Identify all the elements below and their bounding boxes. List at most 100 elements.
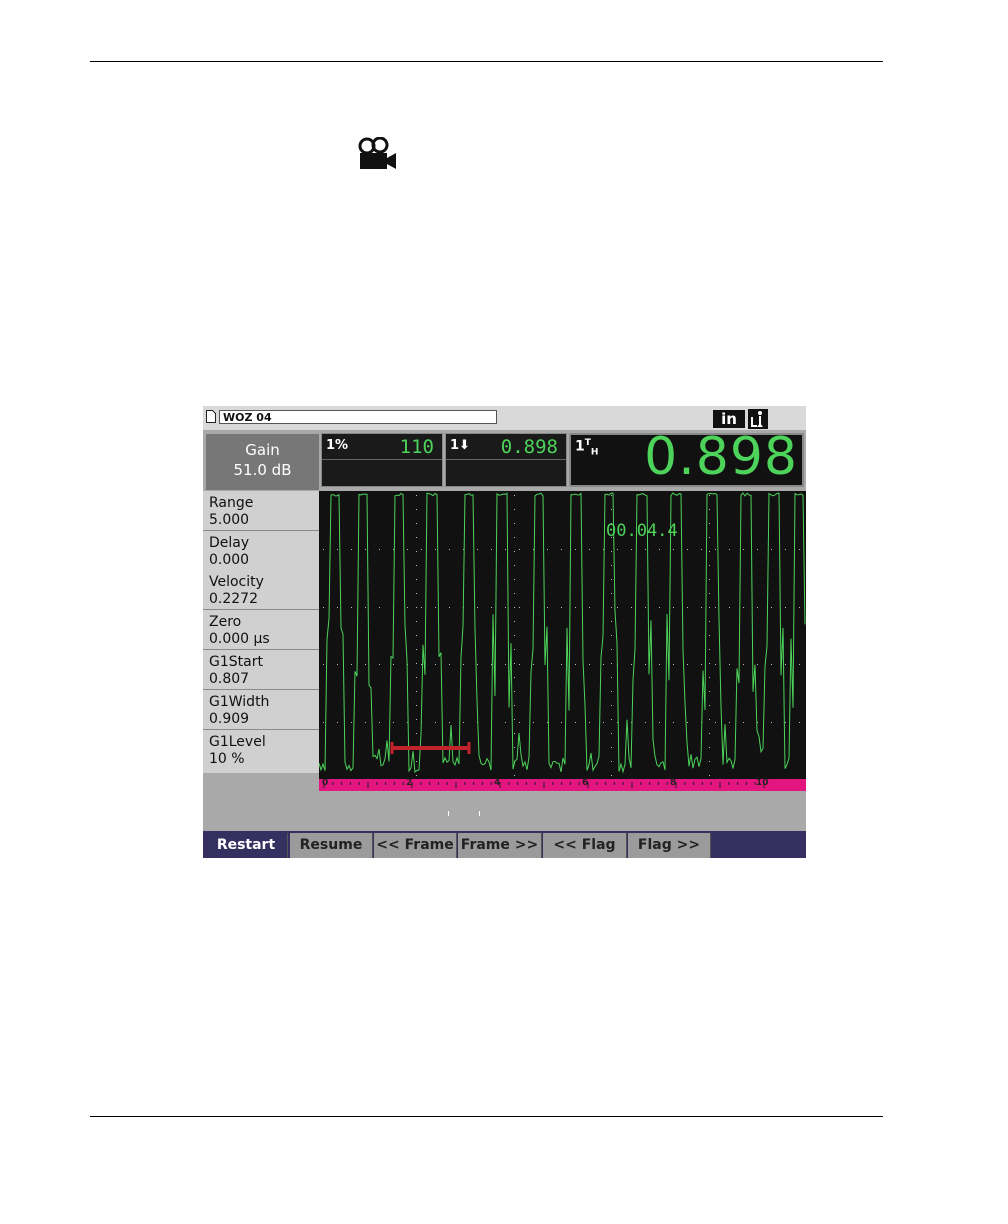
grid-dot <box>561 722 562 723</box>
grid-dot <box>611 635 612 636</box>
previous-flag-button[interactable]: << Flag <box>543 833 627 858</box>
parameter-panel: Range 5.000 Delay 0.000 Velocity 0.2272 … <box>203 491 319 773</box>
scale-label: 8 <box>670 778 677 788</box>
grid-dot <box>519 549 520 550</box>
param-zero[interactable]: Zero 0.000 µs <box>203 610 319 650</box>
param-name: G1Start <box>209 654 263 670</box>
param-g1level[interactable]: G1Level 10 % <box>203 730 319 769</box>
gain-label: Gain <box>245 441 280 459</box>
grid-dot <box>351 549 352 550</box>
grid-dot <box>709 677 710 678</box>
gain-button[interactable]: Gain 51.0 dB <box>206 434 319 490</box>
next-frame-button[interactable]: Frame >> <box>458 833 542 858</box>
param-range[interactable]: Range 5.000 <box>203 491 319 531</box>
grid-dot <box>463 664 464 665</box>
status-area <box>203 791 806 831</box>
waveform-plot <box>319 492 806 776</box>
divider <box>446 459 566 460</box>
grid-dot <box>435 607 436 608</box>
grid-dot <box>645 549 646 550</box>
grid-dot <box>547 549 548 550</box>
grid-dot <box>435 549 436 550</box>
grid-dot <box>323 549 324 550</box>
scale-label: 2 <box>406 778 413 788</box>
grid-dot <box>659 549 660 550</box>
grid-dot <box>514 677 515 678</box>
grid-dot <box>709 509 710 510</box>
grid-dot <box>379 549 380 550</box>
gain-value: 51.0 dB <box>233 461 292 479</box>
param-name: Range <box>209 495 254 511</box>
grid-dot <box>785 722 786 723</box>
grid-dot <box>416 663 417 664</box>
grid-dot <box>514 635 515 636</box>
grid-dot <box>709 761 710 762</box>
grid-dot <box>715 549 716 550</box>
grid-dot <box>514 705 515 706</box>
grid-dot <box>491 607 492 608</box>
grid-dot <box>416 565 417 566</box>
param-g1start[interactable]: G1Start 0.807 <box>203 650 319 690</box>
horizontal-scale: 0 2 4 6 8 10 <box>319 778 806 791</box>
grid-dot <box>611 705 612 706</box>
grid-dot <box>709 537 710 538</box>
reading-value: 110 <box>399 436 434 458</box>
grid-dot <box>611 565 612 566</box>
previous-frame-button[interactable]: << Frame <box>374 833 457 858</box>
grid-dot <box>701 664 702 665</box>
file-name-field[interactable]: WOZ 04 <box>219 410 497 424</box>
grid-dot <box>449 607 450 608</box>
reading-label: 1⬇ <box>450 438 470 453</box>
grid-dot <box>449 664 450 665</box>
grid-dot <box>611 649 612 650</box>
grid-dot <box>589 607 590 608</box>
param-value: 0.909 <box>209 711 250 727</box>
scale-label: 4 <box>494 778 501 788</box>
probe-status-icon <box>748 409 768 429</box>
grid-dot <box>709 691 710 692</box>
reading-depth: 1⬇ 0.898 <box>445 433 567 487</box>
param-value: 5.000 <box>209 512 250 528</box>
grid-dot <box>673 549 674 550</box>
grid-dot <box>514 663 515 664</box>
grid-dot <box>701 607 702 608</box>
grid-dot <box>687 607 688 608</box>
grid-dot <box>365 722 366 723</box>
restart-button[interactable]: Restart <box>205 833 288 858</box>
grid-dot <box>611 663 612 664</box>
grid-dot <box>611 761 612 762</box>
grid-dot <box>709 523 710 524</box>
param-velocity[interactable]: Velocity 0.2272 <box>203 570 319 610</box>
param-g1width[interactable]: G1Width 0.909 <box>203 690 319 730</box>
grid-dot <box>351 607 352 608</box>
param-delay[interactable]: Delay 0.000 <box>203 531 319 570</box>
grid-dot <box>785 607 786 608</box>
grid-dot <box>687 549 688 550</box>
param-value: 0.2272 <box>209 591 258 607</box>
grid-dot <box>709 593 710 594</box>
grid-dot <box>435 664 436 665</box>
grid-dot <box>561 664 562 665</box>
grid-dot <box>421 607 422 608</box>
grid-dot <box>743 664 744 665</box>
grid-dot <box>645 664 646 665</box>
grid-dot <box>514 593 515 594</box>
bottom-rule <box>90 1116 883 1117</box>
grid-dot <box>709 495 710 496</box>
resume-button[interactable]: Resume <box>290 833 373 858</box>
grid-dot <box>709 579 710 580</box>
grid-dot <box>709 719 710 720</box>
grid-dot <box>709 649 710 650</box>
grid-dot <box>799 549 800 550</box>
grid-dot <box>519 664 520 665</box>
movie-camera-icon <box>358 137 396 169</box>
next-flag-button[interactable]: Flag >> <box>628 833 711 858</box>
grid-dot <box>757 607 758 608</box>
status-marker <box>479 811 480 816</box>
param-name: G1Width <box>209 694 270 710</box>
main-reading-label: 1TH <box>575 438 599 458</box>
grid-dot <box>673 722 674 723</box>
grid-dot <box>416 761 417 762</box>
grid-dot <box>514 747 515 748</box>
grid-dot <box>659 607 660 608</box>
